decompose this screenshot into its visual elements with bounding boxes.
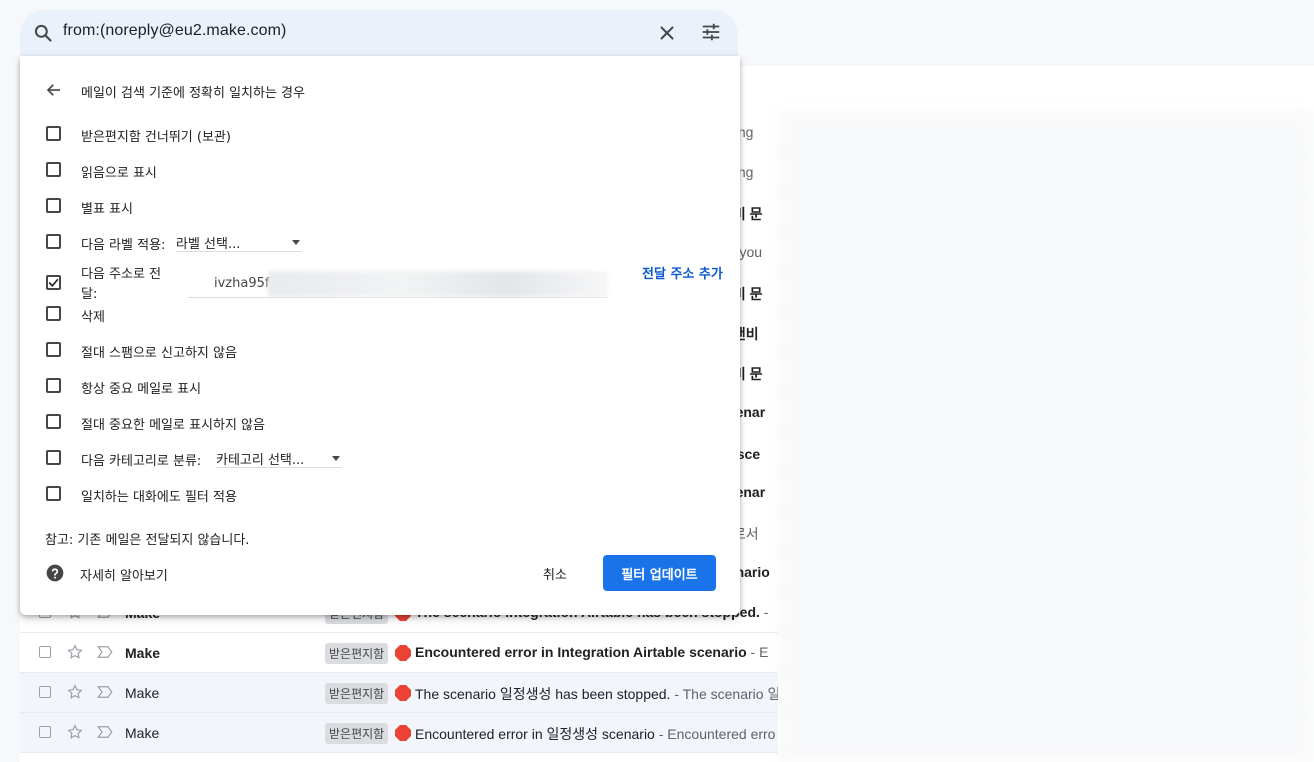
- apply-label-checkbox[interactable]: [46, 234, 61, 249]
- forward-note: 참고: 기존 메일은 전달되지 않습니다.: [45, 533, 250, 548]
- row-subject[interactable]: The scenario 일정생성 has been stopped. - Th…: [415, 684, 778, 704]
- option-label: 별표 표시: [81, 202, 133, 217]
- table-row[interactable]: Make 받은편지함 Encountered error in 일정생성 sce…: [20, 713, 778, 753]
- row-sender: Make: [125, 725, 160, 741]
- filter-panel: 메일이 검색 기준에 정확히 일치하는 경우 받은편지함 건너뛰기 (보관) 읽…: [20, 56, 740, 615]
- row-label[interactable]: 받은편지함: [325, 723, 389, 744]
- panel-heading: 메일이 검색 기준에 정확히 일치하는 경우: [81, 86, 305, 101]
- label-select[interactable]: 라벨 선택...: [176, 233, 302, 252]
- close-icon[interactable]: [656, 22, 678, 44]
- forward-address-value: ivzha95f: [214, 276, 270, 291]
- categorize-checkbox[interactable]: [46, 450, 61, 465]
- row-label[interactable]: 받은편지함: [325, 683, 389, 704]
- stop-sign-icon: [395, 685, 411, 701]
- forward-checkbox[interactable]: [46, 275, 61, 290]
- row-checkbox[interactable]: [39, 726, 51, 738]
- option-label: 다음 카테고리로 분류:: [81, 454, 202, 469]
- category-select-value: 카테고리 선택...: [216, 453, 305, 468]
- apply-to-matching-checkbox[interactable]: [46, 486, 61, 501]
- star-icon[interactable]: [66, 723, 84, 741]
- table-row[interactable]: Make 받은편지함 Encountered error in Integrat…: [20, 633, 778, 673]
- option-label: 다음 라벨 적용:: [81, 238, 166, 253]
- important-icon[interactable]: [96, 684, 114, 700]
- row-checkbox[interactable]: [39, 646, 51, 658]
- tune-icon[interactable]: [700, 21, 722, 43]
- search-input[interactable]: from:(noreply@eu2.make.com): [63, 22, 286, 40]
- option-label: 항상 중요 메일로 표시: [81, 382, 202, 397]
- learn-more-link[interactable]: 자세히 알아보기: [80, 565, 168, 584]
- star-checkbox[interactable]: [46, 198, 61, 213]
- help-icon[interactable]: [45, 563, 65, 583]
- stop-sign-icon: [395, 725, 411, 741]
- row-checkbox[interactable]: [39, 686, 51, 698]
- skip-inbox-checkbox[interactable]: [46, 126, 61, 141]
- check-icon: [48, 278, 59, 287]
- important-icon[interactable]: [96, 644, 114, 660]
- label-select-value: 라벨 선택...: [176, 237, 241, 252]
- never-important-checkbox[interactable]: [46, 414, 61, 429]
- never-spam-checkbox[interactable]: [46, 342, 61, 357]
- star-icon[interactable]: [66, 643, 84, 661]
- search-icon[interactable]: [33, 23, 53, 43]
- arrow-back-icon[interactable]: [45, 81, 63, 99]
- table-row[interactable]: Make 받은편지함 The scenario 일정생성 has been st…: [20, 673, 778, 713]
- search-bar: from:(noreply@eu2.make.com): [20, 10, 738, 56]
- option-label: 다음 주소로 전달:: [81, 267, 162, 302]
- option-label: 읽음으로 표시: [81, 166, 157, 181]
- chevron-down-icon: [292, 240, 300, 245]
- chevron-down-icon: [332, 456, 340, 461]
- row-label[interactable]: 받은편지함: [325, 643, 389, 664]
- mark-read-checkbox[interactable]: [46, 162, 61, 177]
- always-important-checkbox[interactable]: [46, 378, 61, 393]
- option-label: 삭제: [81, 310, 105, 325]
- row-sender: Make: [125, 685, 160, 701]
- forward-address-select[interactable]: ivzha95f: [188, 271, 608, 298]
- option-label: 절대 중요한 메일로 표시하지 않음: [81, 418, 265, 433]
- add-forward-address-link[interactable]: 전달 주소 추가: [642, 265, 726, 285]
- option-label: 받은편지함 건너뛰기 (보관): [81, 130, 231, 145]
- update-filter-button[interactable]: 필터 업데이트: [603, 555, 716, 591]
- cancel-button[interactable]: 취소: [528, 555, 582, 591]
- important-icon[interactable]: [96, 724, 114, 740]
- blurred-content: [778, 112, 1314, 762]
- star-icon[interactable]: [66, 683, 84, 701]
- redacted-address: [268, 271, 608, 297]
- option-label: 절대 스팸으로 신고하지 않음: [81, 346, 237, 361]
- row-subject[interactable]: Encountered error in Integration Airtabl…: [415, 644, 778, 660]
- row-subject[interactable]: Encountered error in 일정생성 scenario - Enc…: [415, 724, 778, 744]
- delete-checkbox[interactable]: [46, 306, 61, 321]
- option-label: 일치하는 대화에도 필터 적용: [81, 490, 237, 505]
- stop-sign-icon: [395, 645, 411, 661]
- category-select[interactable]: 카테고리 선택...: [216, 449, 342, 468]
- row-sender: Make: [125, 645, 161, 661]
